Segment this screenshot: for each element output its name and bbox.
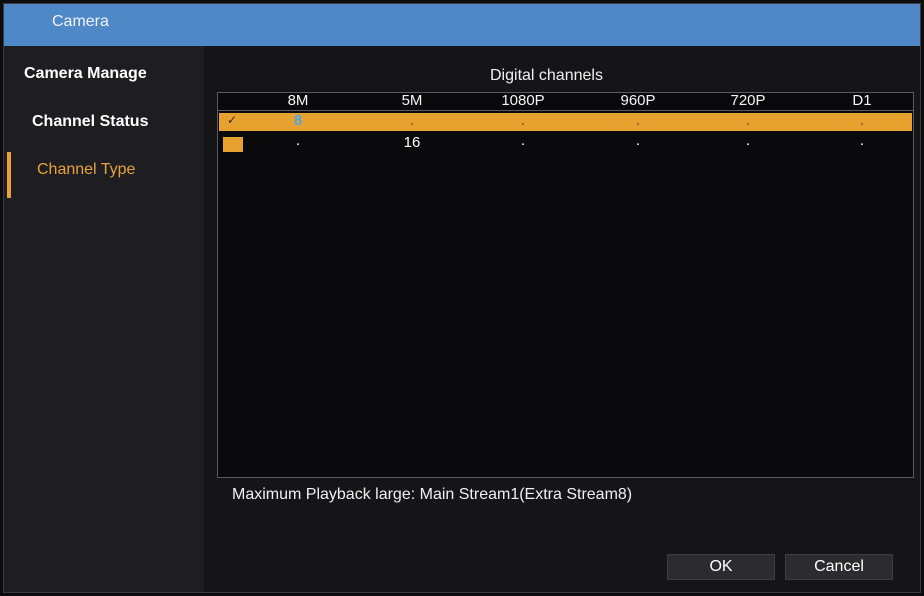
column-header-d1: D1 [852,92,872,109]
sidebar-item-label: Channel Type [37,161,136,178]
column-header-1080p: 1080P [501,92,545,109]
table-cell: . [859,132,865,149]
table-row[interactable]: . 16 . . . . [219,132,912,153]
content-panel: Digital channels 8M 5M 1080P 960P 720P D… [204,46,920,592]
sidebar-item-camera-manage[interactable]: Camera Manage [4,52,204,96]
table-cell: . [520,132,526,149]
column-header-720p: 720P [730,92,766,109]
table-cell: . [295,132,301,149]
table-cell: 8 [293,112,303,129]
column-header-960p: 960P [620,92,656,109]
header-divider [218,110,913,111]
channel-type-table: 8M 5M 1080P 960P 720P D1 ✓ 8 . . . . . .… [217,92,914,478]
checkbox[interactable] [223,137,243,152]
table-row[interactable]: ✓ 8 . . . . . [219,112,912,131]
table-cell: . [520,112,526,129]
title-bar: Camera [4,4,920,47]
sidebar-item-channel-type[interactable]: Channel Type [4,148,204,198]
table-cell: . [635,132,641,149]
table-cell: . [409,112,415,129]
sidebar-item-label: Channel Status [32,113,149,130]
table-cell: . [859,112,865,129]
column-header-5m: 5M [401,92,423,109]
ok-button[interactable]: OK [667,554,775,580]
camera-window: Camera Camera Manage Channel Status Chan… [3,3,921,593]
cancel-button[interactable]: Cancel [785,554,893,580]
check-icon[interactable]: ✓ [227,113,237,127]
table-cell: . [745,132,751,149]
playback-info-text: Maximum Playback large: Main Stream1(Ext… [232,486,633,503]
table-cell: . [745,112,751,129]
column-header-8m: 8M [287,92,309,109]
table-title: Digital channels [490,67,603,84]
sidebar: Camera Manage Channel Status Channel Typ… [4,46,204,592]
table-cell: . [635,112,641,129]
sidebar-item-channel-status[interactable]: Channel Status [4,100,204,144]
sidebar-item-label: Camera Manage [24,65,147,82]
window-title: Camera [52,13,109,30]
table-cell: 16 [403,134,421,151]
